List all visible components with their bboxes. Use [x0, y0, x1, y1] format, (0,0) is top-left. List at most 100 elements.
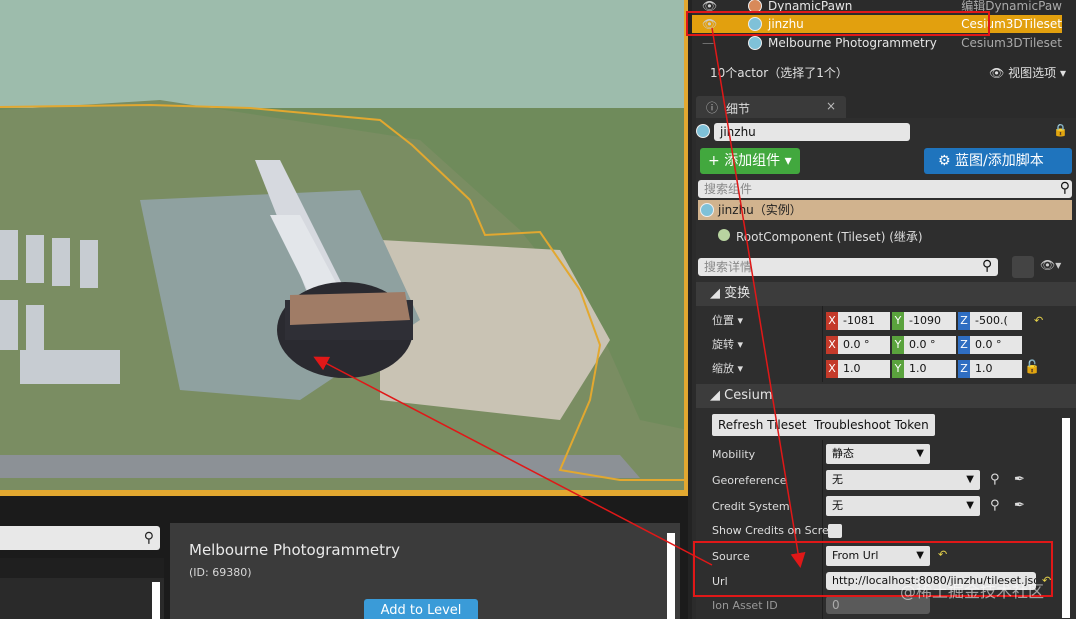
search-components-input[interactable]: 搜索组件 — [698, 180, 1072, 198]
right-panel: 👁 DynamicPawn 编辑DynamicPaw 👁 jinzhu Cesi… — [692, 0, 1076, 619]
visibility-eye-closed-icon[interactable]: — — [702, 34, 714, 52]
add-component-label: 添加组件 — [724, 153, 781, 169]
chevron-down-icon: ▼ — [966, 500, 974, 511]
collapse-arrow-icon: ◢ — [710, 286, 720, 301]
actor-name: Melbourne Photogrammetry — [768, 36, 937, 50]
rotation-z-field[interactable]: Z 0.0 ° — [958, 336, 1022, 354]
lock-icon[interactable]: 🔒 — [1053, 123, 1068, 137]
show-credits-checkbox[interactable] — [828, 524, 842, 538]
mobility-label: Mobility — [712, 448, 756, 461]
asset-list[interactable] — [0, 558, 164, 619]
location-x-value: -1081 — [838, 312, 890, 330]
y-tag: Y — [892, 336, 904, 354]
viewport-border-right — [684, 0, 688, 496]
mobility-value: 静态 — [832, 447, 854, 460]
search-icon: ⚲ — [982, 258, 993, 274]
section-cesium-title: Cesium — [724, 388, 773, 403]
close-icon[interactable]: × — [826, 99, 836, 113]
blueprint-add-script-button[interactable]: ⚙ 蓝图/添加脚本 — [924, 148, 1072, 174]
y-tag: Y — [892, 360, 904, 378]
z-tag: Z — [958, 336, 970, 354]
tab-details[interactable]: ⓘ 细节 × — [696, 96, 846, 118]
rotation-x-field[interactable]: X 0.0 ° — [826, 336, 890, 354]
location-z-value: -500.( — [970, 312, 1022, 330]
add-component-button[interactable]: + 添加组件 ▾ — [700, 148, 800, 174]
asset-card-title: Melbourne Photogrammetry — [189, 541, 400, 559]
rotation-label-text: 旋转 — [712, 338, 734, 351]
location-y-value: -1090 — [904, 312, 956, 330]
level-viewport[interactable] — [0, 0, 688, 496]
root-component-item[interactable]: RootComponent (Tileset) (继承) — [736, 228, 923, 245]
content-browser: ⚲ Melbourne Photogrammetry (ID: 69380) A… — [0, 496, 688, 619]
chevron-down-icon: ▾ — [784, 153, 792, 169]
credit-system-value: 无 — [832, 499, 843, 512]
tab-details-label: 细节 — [726, 102, 751, 116]
georeference-dropdown[interactable]: 无 ▼ — [826, 470, 980, 490]
chevron-down-icon: ▼ — [966, 474, 974, 485]
x-tag: X — [826, 336, 838, 354]
ion-asset-id-label: Ion Asset ID — [712, 599, 778, 612]
reset-arrow-icon[interactable]: ↶ — [1034, 314, 1043, 327]
search-icon: ⚲ — [1059, 180, 1070, 196]
search-details-input[interactable]: 搜索详情 — [698, 258, 998, 276]
troubleshoot-token-button[interactable]: Troubleshoot Token — [808, 414, 935, 436]
asset-search-input[interactable]: ⚲ — [0, 526, 160, 550]
scale-x-value: 1.0 — [838, 360, 890, 378]
scale-lock-icon[interactable]: 🔓 — [1024, 360, 1040, 375]
location-label-text: 位置 — [712, 314, 734, 327]
blueprint-icon: ⚙ — [938, 153, 951, 169]
location-y-field[interactable]: Y -1090 — [892, 312, 956, 330]
scale-y-field[interactable]: Y 1.0 — [892, 360, 956, 378]
eye-icon[interactable]: 👁▾ — [1040, 258, 1061, 272]
refresh-tileset-button[interactable]: Refresh Tileset — [712, 414, 813, 436]
outliner-status: 10个actor（选择了1个） — [710, 66, 848, 80]
location-z-field[interactable]: Z -500.( — [958, 312, 1022, 330]
section-cesium[interactable]: ◢ Cesium — [696, 384, 1076, 408]
location-label[interactable]: 位置 ▾ — [712, 312, 743, 328]
z-tag: Z — [958, 312, 970, 330]
rotation-x-value: 0.0 ° — [838, 336, 890, 354]
asset-list-scrollbar[interactable] — [152, 582, 160, 619]
actor-type: Cesium3DTileset — [961, 36, 1062, 50]
asset-card: Melbourne Photogrammetry (ID: 69380) Add… — [170, 523, 680, 619]
tileset-globe-icon — [748, 36, 762, 50]
component-instance-row[interactable]: jinzhu（实例） — [698, 200, 1072, 220]
chevron-down-icon: ▼ — [916, 448, 924, 459]
actor-name-input[interactable]: jinzhu — [714, 123, 910, 141]
picker-icon[interactable]: ✒ — [1014, 472, 1025, 487]
rotation-y-value: 0.0 ° — [904, 336, 956, 354]
asset-card-scrollbar[interactable] — [667, 533, 675, 619]
georeference-label: Georeference — [712, 474, 787, 487]
section-transform[interactable]: ◢ 变换 — [696, 282, 1076, 306]
grid-view-icon[interactable] — [1012, 256, 1034, 278]
view-options-button[interactable]: 👁 视图选项 ▾ — [989, 64, 1066, 81]
outliner-row[interactable]: — Melbourne Photogrammetry Cesium3DTiles… — [692, 34, 1062, 52]
scale-x-field[interactable]: X 1.0 — [826, 360, 890, 378]
search-icon[interactable]: ⚲ — [990, 498, 1000, 513]
picker-icon[interactable]: ✒ — [1014, 498, 1025, 513]
add-to-level-button[interactable]: Add to Level — [364, 599, 478, 619]
scale-y-value: 1.0 — [904, 360, 956, 378]
z-tag: Z — [958, 360, 970, 378]
x-tag: X — [826, 312, 838, 330]
tileset-globe-icon — [700, 203, 714, 217]
tileset-globe-icon — [696, 124, 710, 138]
instance-label: jinzhu（实例） — [718, 203, 802, 217]
rotation-label[interactable]: 旋转 ▾ — [712, 336, 743, 352]
asset-list-header — [0, 558, 164, 578]
rotation-y-field[interactable]: Y 0.0 ° — [892, 336, 956, 354]
credit-system-dropdown[interactable]: 无 ▼ — [826, 496, 980, 516]
watermark: @稀土掘金技术社区 — [900, 582, 1045, 601]
search-icon[interactable]: ⚲ — [990, 472, 1000, 487]
scale-label[interactable]: 缩放 ▾ — [712, 360, 743, 376]
annotation-box-jinzhu — [686, 11, 990, 36]
mobility-dropdown[interactable]: 静态 ▼ — [826, 444, 930, 464]
georeference-value: 无 — [832, 473, 843, 486]
x-tag: X — [826, 360, 838, 378]
scale-z-field[interactable]: Z 1.0 — [958, 360, 1022, 378]
details-scrollbar[interactable] — [1062, 418, 1070, 618]
asset-card-id: (ID: 69380) — [189, 566, 252, 579]
location-x-field[interactable]: X -1081 — [826, 312, 890, 330]
section-transform-title: 变换 — [724, 286, 751, 301]
details-icon: ⓘ — [706, 101, 719, 115]
